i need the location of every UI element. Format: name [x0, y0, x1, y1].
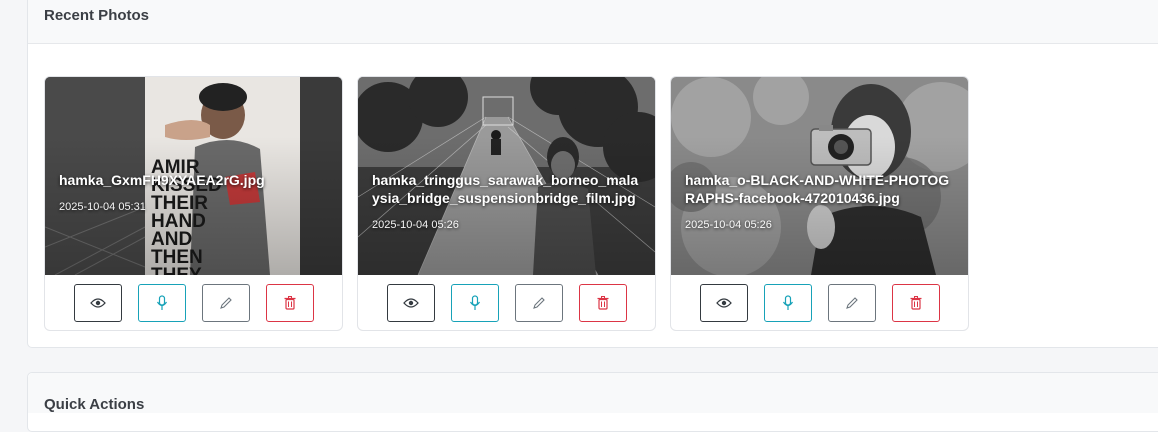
photo-timestamp: 2025-10-04 05:31	[59, 201, 146, 213]
recent-photos-header: Recent Photos	[28, 0, 1158, 44]
photo-actions	[671, 275, 968, 330]
eye-icon	[89, 298, 106, 308]
pencil-icon	[532, 297, 545, 309]
photo-filename: hamka_o-BLACK-AND-WHITE-PHOTOGRAPHS-face…	[685, 172, 950, 206]
view-button[interactable]	[73, 284, 122, 322]
audio-button[interactable]	[450, 284, 499, 322]
audio-button[interactable]	[763, 284, 812, 322]
edit-button[interactable]	[514, 284, 563, 322]
view-button[interactable]	[699, 284, 748, 322]
eye-icon	[402, 298, 419, 308]
photo-caption: hamka_o-BLACK-AND-WHITE-PHOTOGRAPHS-face…	[685, 171, 956, 231]
microphone-icon	[156, 295, 167, 310]
microphone-icon	[469, 295, 480, 310]
trash-icon	[597, 296, 608, 310]
photo-timestamp: 2025-10-04 05:26	[685, 219, 772, 231]
photo-filename: hamka_tringgus_sarawak_borneo_malaysia_b…	[372, 172, 639, 206]
eye-icon	[715, 298, 732, 308]
microphone-icon	[782, 295, 793, 310]
quick-actions-card: Quick Actions	[27, 372, 1158, 432]
photo-actions	[45, 275, 342, 330]
pencil-icon	[219, 297, 232, 309]
delete-button[interactable]	[578, 284, 627, 322]
view-button[interactable]	[386, 284, 435, 322]
quick-actions-header: Quick Actions	[28, 373, 1158, 413]
photo-caption: hamka_tringgus_sarawak_borneo_malaysia_b…	[372, 171, 643, 231]
photo-caption: hamka_GxmFH9XYAEA2rG.jpg 2025-10-04 05:3…	[59, 171, 330, 213]
photo-filename: hamka_GxmFH9XYAEA2rG.jpg	[59, 172, 265, 188]
delete-button[interactable]	[265, 284, 314, 322]
photo-thumbnail[interactable]: hamka_o-BLACK-AND-WHITE-PHOTOGRAPHS-face…	[671, 77, 968, 275]
recent-photos-card: Recent Photos hamka_GxmFH9XYAEA2rG.jpg 2…	[27, 0, 1158, 348]
photo-timestamp: 2025-10-04 05:26	[372, 219, 459, 231]
audio-button[interactable]	[137, 284, 186, 322]
recent-photos-title: Recent Photos	[44, 7, 150, 24]
photo-thumbnail[interactable]: AMIR KISSED THEIR HAND AND THEN THEY ham…	[45, 77, 342, 275]
delete-button[interactable]	[891, 284, 940, 322]
pencil-icon	[845, 297, 858, 309]
trash-icon	[910, 296, 921, 310]
photo-grid: AMIR KISSED THEIR HAND AND THEN THEY ham…	[44, 76, 969, 331]
edit-button[interactable]	[201, 284, 250, 322]
quick-actions-title: Quick Actions	[44, 396, 145, 413]
photo-card: AMIR KISSED THEIR HAND AND THEN THEY ham…	[44, 76, 343, 331]
photo-card: hamka_tringgus_sarawak_borneo_malaysia_b…	[357, 76, 656, 331]
photo-actions	[358, 275, 655, 330]
photo-card: hamka_o-BLACK-AND-WHITE-PHOTOGRAPHS-face…	[670, 76, 969, 331]
trash-icon	[284, 296, 295, 310]
photo-thumbnail[interactable]: hamka_tringgus_sarawak_borneo_malaysia_b…	[358, 77, 655, 275]
edit-button[interactable]	[827, 284, 876, 322]
